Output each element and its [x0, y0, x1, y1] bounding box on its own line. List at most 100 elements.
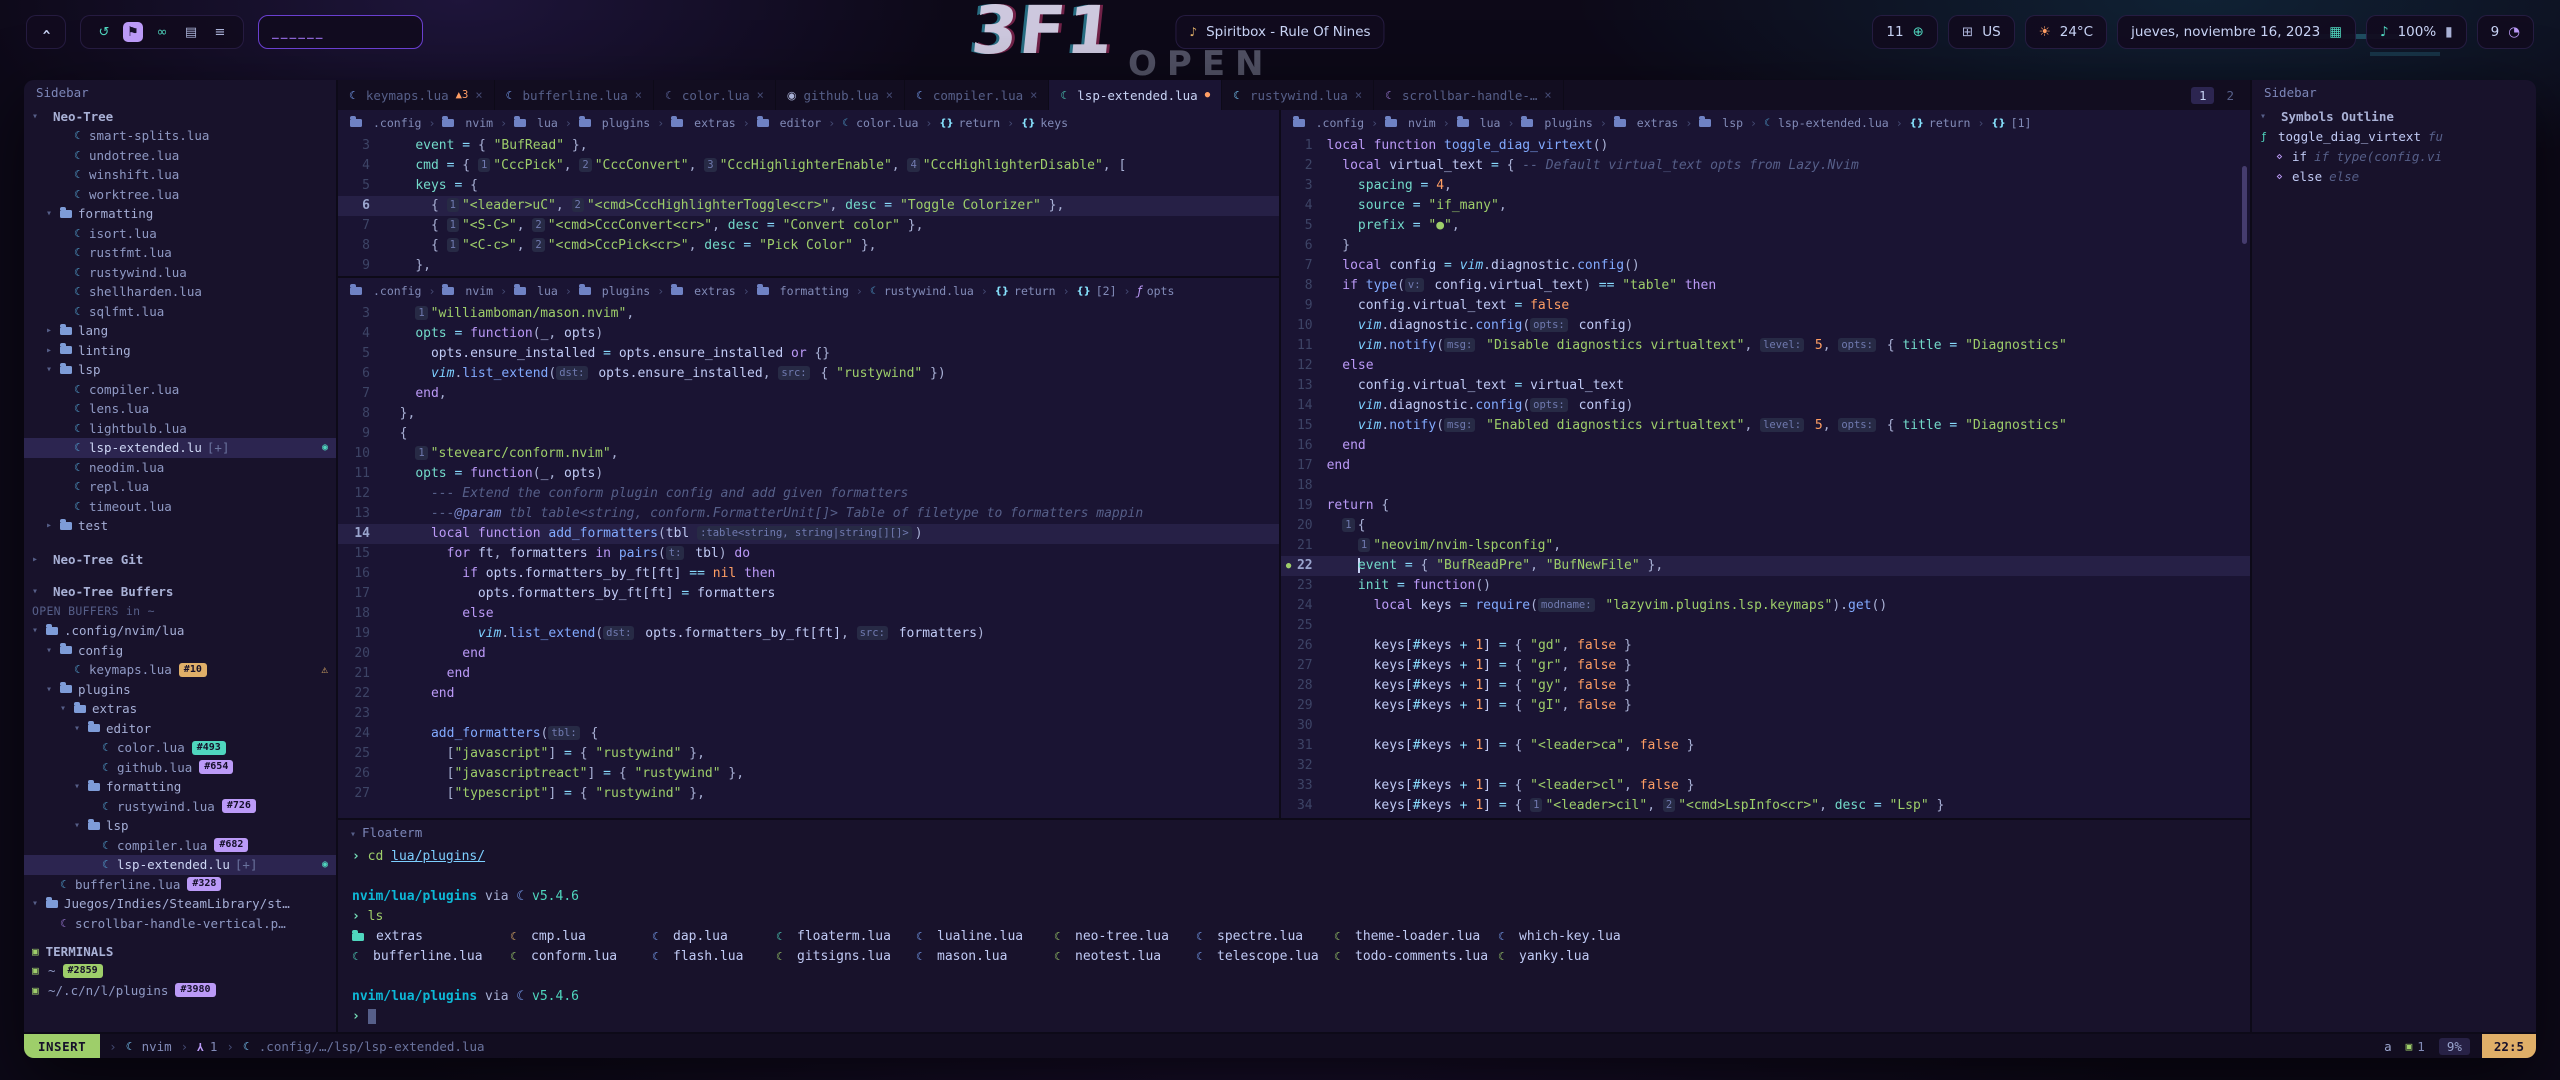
- launcher-button[interactable]: ›: [26, 15, 66, 49]
- tree-dir-item[interactable]: ▸lang: [24, 321, 336, 341]
- tree-file-item[interactable]: ☾compiler.lua: [24, 380, 336, 400]
- breadcrumb-segment[interactable]: {}return: [1910, 116, 1971, 130]
- editor-pane-rustywind-lua[interactable]: .config›nvim›lua›plugins›extras›formatti…: [338, 278, 1279, 818]
- tree-file-item[interactable]: ☾github.lua#654: [24, 758, 336, 778]
- tree-dir-item[interactable]: ▾.config/nvim/lua: [24, 621, 336, 641]
- volume-widget[interactable]: ♪ 100% ▮: [2366, 15, 2467, 49]
- keyboard-layout-widget[interactable]: ⊞ US: [1948, 15, 2015, 49]
- workspaces-widget[interactable]: 11 ⊕: [1872, 15, 1938, 49]
- symbol-item[interactable]: ƒtoggle_diag_virtextfu: [2252, 126, 2536, 146]
- tree-file-item[interactable]: ☾lightbulb.lua: [24, 419, 336, 439]
- refresh-icon[interactable]: ↺: [94, 22, 114, 42]
- breadcrumb-segment[interactable]: .config: [350, 284, 421, 298]
- tab-compiler-lua[interactable]: ☾compiler.lua×: [905, 80, 1049, 110]
- close-icon[interactable]: ×: [1355, 88, 1362, 102]
- tree-file-item[interactable]: ☾rustywind.lua: [24, 263, 336, 283]
- breadcrumb-segment[interactable]: {}keys: [1021, 116, 1068, 130]
- breadcrumb-segment[interactable]: extras: [671, 116, 736, 130]
- close-icon[interactable]: ×: [635, 88, 642, 102]
- breadcrumb-segment[interactable]: nvim: [1385, 116, 1436, 130]
- breadcrumb-segment[interactable]: nvim: [442, 284, 493, 298]
- tree-file-item[interactable]: ☾repl.lua: [24, 477, 336, 497]
- breadcrumb-segment[interactable]: lua: [514, 284, 558, 298]
- breadcrumb-segment[interactable]: lsp: [1699, 116, 1743, 130]
- tree-file-item[interactable]: ☾neodim.lua: [24, 458, 336, 478]
- tabpage-2[interactable]: 2: [2218, 87, 2242, 104]
- breadcrumb-segment[interactable]: extras: [671, 284, 736, 298]
- scrollbar-handle[interactable]: [2242, 166, 2247, 244]
- tab-scrollbar-handle-[interactable]: ☾scrollbar-handle-…×: [1374, 80, 1564, 110]
- tree-dir-item[interactable]: ▾config: [24, 641, 336, 661]
- tree-dir-item[interactable]: ▸test: [24, 516, 336, 536]
- breadcrumb-segment[interactable]: lua: [514, 116, 558, 130]
- editor-pane-color-lua[interactable]: .config›nvim›lua›plugins›extras›editor›☾…: [338, 110, 1279, 278]
- tree-dir-item[interactable]: ▾extras: [24, 699, 336, 719]
- tree-file-item[interactable]: ☾scrollbar-handle-vertical.p…: [24, 914, 336, 934]
- breadcrumb-segment[interactable]: ☾rustywind.lua: [870, 284, 974, 298]
- tree-file-item[interactable]: ☾keymaps.lua#10⚠: [24, 660, 336, 680]
- tabpage-1[interactable]: 1: [2191, 87, 2215, 104]
- tree-file-item[interactable]: ☾smart-splits.lua: [24, 126, 336, 146]
- tree-dir-item[interactable]: ▾lsp: [24, 816, 336, 836]
- close-icon[interactable]: ×: [1030, 88, 1037, 102]
- tree-file-item[interactable]: ☾compiler.lua#682: [24, 836, 336, 856]
- breadcrumb-segment[interactable]: editor: [757, 116, 822, 130]
- breadcrumb-segment[interactable]: {}return: [939, 116, 1000, 130]
- weather-widget[interactable]: ☀ 24°C: [2025, 15, 2107, 49]
- breadcrumb-segment[interactable]: ƒopts: [1137, 284, 1174, 298]
- tree-dir-item[interactable]: ▾formatting: [24, 204, 336, 224]
- breadcrumb-segment[interactable]: extras: [1614, 116, 1679, 130]
- tray-widget[interactable]: 9 ◔: [2477, 15, 2534, 49]
- tree-dir-item[interactable]: ▾plugins: [24, 680, 336, 700]
- breadcrumb-segment[interactable]: nvim: [442, 116, 493, 130]
- tree-file-item[interactable]: ☾lsp-extended.lu[+]◉: [24, 438, 336, 458]
- tree-file-item[interactable]: ☾lsp-extended.lu[+]◉: [24, 855, 336, 875]
- now-playing-widget[interactable]: ♪ Spiritbox - Rule Of Nines: [1175, 15, 1384, 49]
- tab-github-lua[interactable]: ◉github.lua×: [776, 80, 905, 110]
- flag-icon[interactable]: ⚑: [123, 22, 143, 42]
- tab-lsp-extended-lua[interactable]: ☾lsp-extended.lua●: [1049, 80, 1222, 110]
- tree-dir-item[interactable]: ▾editor: [24, 719, 336, 739]
- close-icon[interactable]: ×: [886, 88, 893, 102]
- terminal-list-item[interactable]: ▣~/.c/n/l/plugins#3980: [24, 981, 336, 1001]
- breadcrumb-segment[interactable]: ☾color.lua: [842, 116, 918, 130]
- terminal-output[interactable]: › cd lua/plugins/ nvim/lua/plugins via ☾…: [338, 846, 2250, 1032]
- tree-file-item[interactable]: ☾bufferline.lua#328: [24, 875, 336, 895]
- tree-dir-item[interactable]: ▾lsp: [24, 360, 336, 380]
- tab-keymaps-lua[interactable]: ☾keymaps.lua▲3×: [338, 80, 495, 110]
- tree-file-item[interactable]: ☾winshift.lua: [24, 165, 336, 185]
- tab-rustywind-lua[interactable]: ☾rustywind.lua×: [1222, 80, 1374, 110]
- tree-file-item[interactable]: ☾worktree.lua: [24, 185, 336, 205]
- terminals-section-header[interactable]: ▣ TERMINALS: [24, 941, 336, 961]
- tree-file-item[interactable]: ☾lens.lua: [24, 399, 336, 419]
- tree-file-item[interactable]: ☾shellharden.lua: [24, 282, 336, 302]
- list-icon[interactable]: ≡: [210, 22, 230, 42]
- breadcrumb-segment[interactable]: plugins: [579, 284, 650, 298]
- tree-file-item[interactable]: ☾rustfmt.lua: [24, 243, 336, 263]
- close-icon[interactable]: ×: [757, 88, 764, 102]
- date-widget[interactable]: jueves, noviembre 16, 2023 ▦: [2117, 15, 2356, 49]
- tab-color-lua[interactable]: ☾color.lua×: [654, 80, 776, 110]
- symbol-item[interactable]: ⋄ifif type(config.vi: [2252, 146, 2536, 166]
- close-icon[interactable]: ×: [475, 88, 482, 102]
- editor-pane-lsp-extended-lua[interactable]: .config›nvim›lua›plugins›extras›lsp›☾lsp…: [1281, 110, 2250, 818]
- terminal-list-item[interactable]: ▣~#2859: [24, 961, 336, 981]
- symbol-item[interactable]: ⋄elseelse: [2252, 166, 2536, 186]
- breadcrumb-segment[interactable]: {}return: [995, 284, 1056, 298]
- breadcrumb-segment[interactable]: ☾lsp-extended.lua: [1764, 116, 1889, 130]
- tab-bufferline-lua[interactable]: ☾bufferline.lua×: [495, 80, 654, 110]
- breadcrumb-segment[interactable]: .config: [1293, 116, 1364, 130]
- breadcrumb-segment[interactable]: plugins: [1521, 116, 1592, 130]
- breadcrumb-segment[interactable]: formatting: [757, 284, 849, 298]
- tree-file-item[interactable]: ☾isort.lua: [24, 224, 336, 244]
- neotree-section-header[interactable]: ▾ Neo-Tree: [24, 106, 336, 126]
- search-input[interactable]: ______: [258, 15, 423, 49]
- tree-file-item[interactable]: ☾rustywind.lua#726: [24, 797, 336, 817]
- tree-file-item[interactable]: ☾undotree.lua: [24, 146, 336, 166]
- neotree-git-section-header[interactable]: ▸ Neo-Tree Git: [24, 550, 336, 570]
- tree-dir-item[interactable]: ▾Juegos/Indies/SteamLibrary/st…: [24, 894, 336, 914]
- breadcrumb-segment[interactable]: {}[1]: [1991, 116, 2031, 130]
- close-icon[interactable]: ×: [1544, 88, 1551, 102]
- tree-file-item[interactable]: ☾timeout.lua: [24, 497, 336, 517]
- tree-dir-item[interactable]: ▸linting: [24, 341, 336, 361]
